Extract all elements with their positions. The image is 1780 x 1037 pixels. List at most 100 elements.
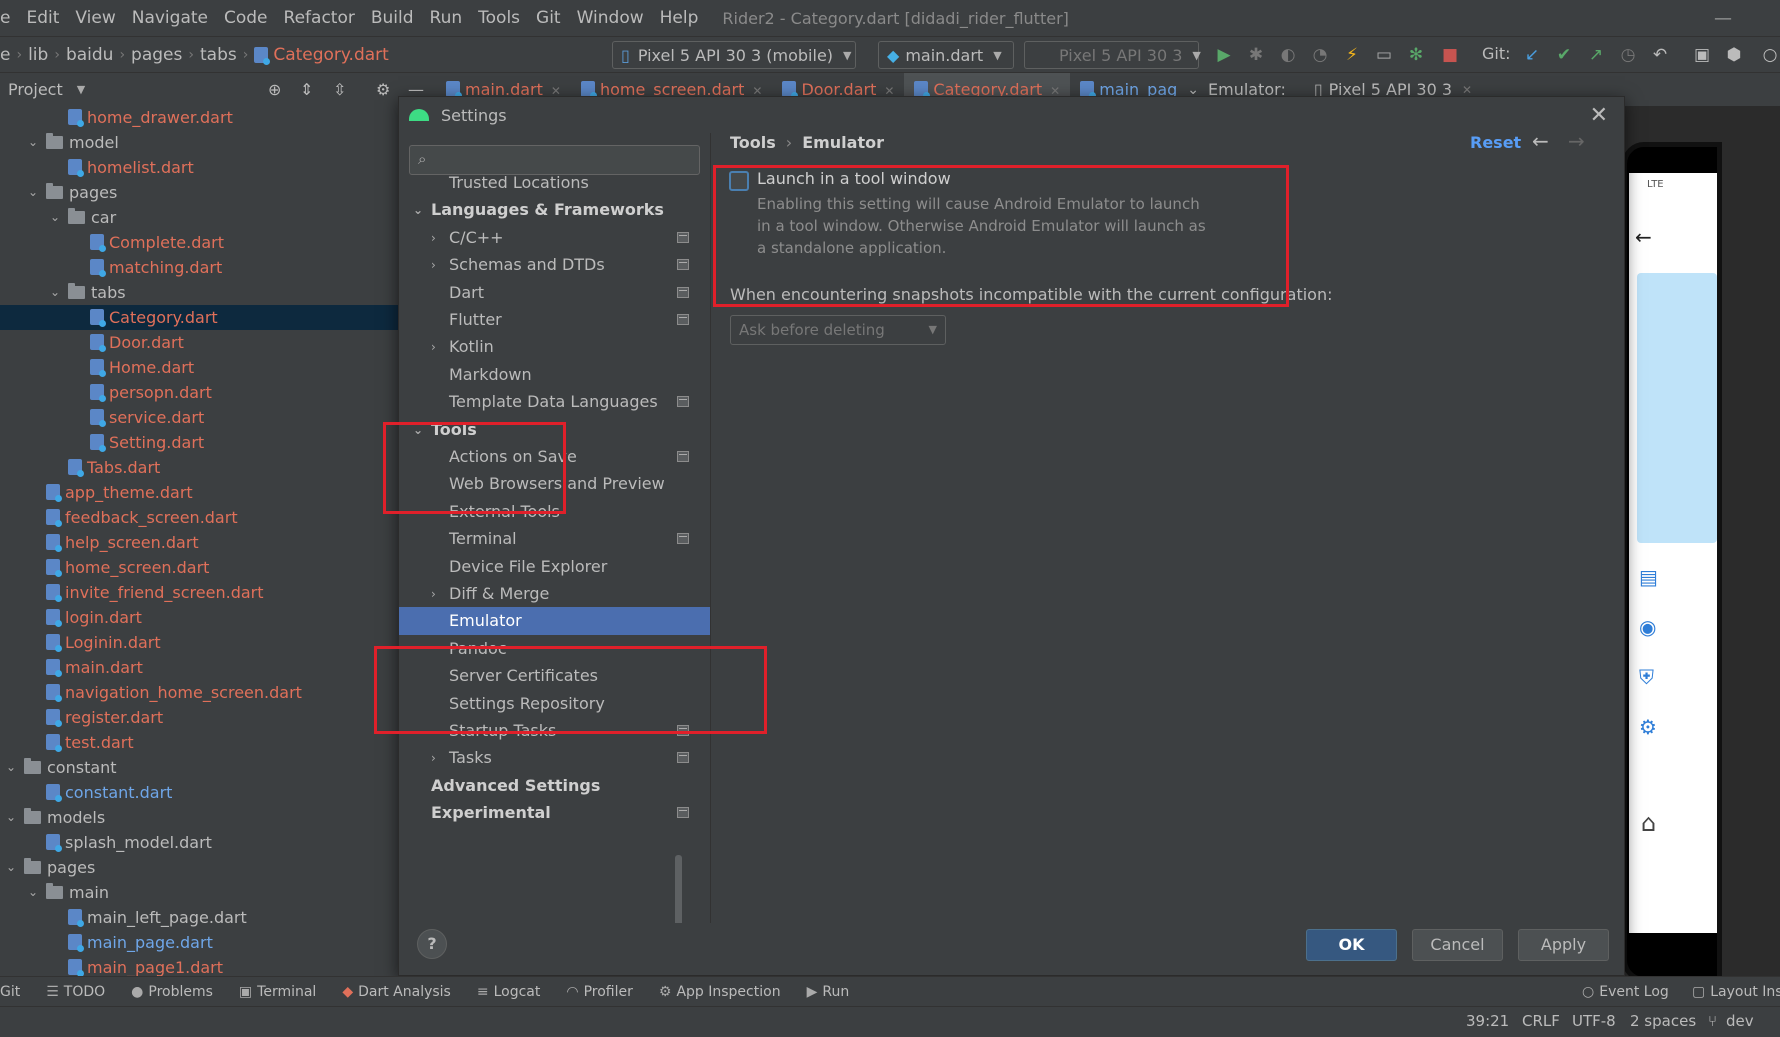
snapshot-policy-select[interactable]: Ask before deleting ▼ xyxy=(730,315,946,345)
git-branch[interactable]: dev xyxy=(1726,1012,1754,1030)
toolwindow-dart-analysis[interactable]: ◆ Dart Analysis xyxy=(342,984,451,1000)
menu-help[interactable]: Help xyxy=(652,8,707,28)
toolwindow-git[interactable]: Git xyxy=(0,984,20,1000)
menu-navigate[interactable]: Navigate xyxy=(124,8,216,28)
toolwindow-run[interactable]: ▶ Run xyxy=(807,984,850,1000)
tree-row[interactable]: main_left_page.dart xyxy=(0,905,398,930)
tree-row[interactable]: Loginin.dart xyxy=(0,630,398,655)
search-icon[interactable]: ○ xyxy=(1760,45,1780,65)
settings-item[interactable]: Actions on Save xyxy=(399,443,710,471)
tree-row[interactable]: persopn.dart xyxy=(0,380,398,405)
history-icon[interactable]: ◷ xyxy=(1618,45,1638,65)
toolwindow-logcat[interactable]: ≡ Logcat xyxy=(477,984,541,1000)
menu-view[interactable]: View xyxy=(67,8,123,28)
settings-item[interactable]: Trusted Locations xyxy=(399,169,710,197)
toolwindow-layout-inspector[interactable]: ▢Layout Insp xyxy=(1692,984,1780,1000)
caret-position[interactable]: 39:21 xyxy=(1466,1012,1509,1030)
tree-row[interactable]: Complete.dart xyxy=(0,230,398,255)
tree-row[interactable]: homelist.dart xyxy=(0,155,398,180)
chevron-down-icon[interactable]: ⌄ xyxy=(4,805,18,830)
launch-in-tool-window-checkbox[interactable] xyxy=(729,171,749,191)
reset-link[interactable]: Reset xyxy=(1470,133,1521,152)
tree-row[interactable]: splash_model.dart xyxy=(0,830,398,855)
settings-item[interactable]: Web Browsers and Preview xyxy=(399,470,710,498)
tree-row[interactable]: main.dart xyxy=(0,655,398,680)
settings-item[interactable]: Terminal xyxy=(399,525,710,553)
menu-build[interactable]: Build xyxy=(363,8,422,28)
settings-item[interactable]: Pandoc xyxy=(399,635,710,663)
profile-icon[interactable]: ◔ xyxy=(1310,45,1330,65)
breadcrumb-lib[interactable]: lib xyxy=(28,45,48,65)
emulator-phone[interactable]: LTE ← ▤ ◉ ⛨ ⚙ ⌂ xyxy=(1622,142,1722,982)
bug-icon[interactable]: ✻ xyxy=(1406,45,1426,65)
settings-search-input[interactable] xyxy=(440,149,690,171)
cancel-button[interactable]: Cancel xyxy=(1412,929,1503,961)
menu-edit[interactable]: Edit xyxy=(18,8,67,28)
gear-icon[interactable]: ⚙ xyxy=(1639,715,1657,739)
minimize-icon[interactable]: — xyxy=(1714,8,1732,29)
back-arrow-icon[interactable]: ← xyxy=(1635,225,1652,249)
settings-item[interactable]: Settings Repository xyxy=(399,690,710,718)
debug-icon[interactable]: ✱ xyxy=(1246,45,1266,65)
coverage-icon[interactable]: ◐ xyxy=(1278,45,1298,65)
chevron-down-icon[interactable]: ▼ xyxy=(77,83,85,96)
menu-git[interactable]: Git xyxy=(528,8,569,28)
chevron-down-icon[interactable]: ⌄ xyxy=(48,205,62,230)
stop-icon[interactable]: ■ xyxy=(1440,45,1460,65)
settings-item[interactable]: › Diff & Merge xyxy=(399,580,710,608)
chevron-down-icon[interactable]: ⌄ xyxy=(26,180,40,205)
settings-item[interactable]: Markdown xyxy=(399,361,710,389)
tree-row[interactable]: home_screen.dart xyxy=(0,555,398,580)
tree-row[interactable]: ⌄ pages xyxy=(0,855,398,880)
locate-icon[interactable]: ⊕ xyxy=(268,80,281,99)
close-icon[interactable]: ✕ xyxy=(1462,83,1472,97)
chevron-down-icon[interactable]: ⌄ xyxy=(26,130,40,155)
tree-row[interactable]: matching.dart xyxy=(0,255,398,280)
breadcrumb-tabs[interactable]: tabs xyxy=(200,45,237,65)
breadcrumb-pages[interactable]: pages xyxy=(131,45,182,65)
settings-item[interactable]: Startup Tasks xyxy=(399,717,710,745)
run-config-selector[interactable]: ◆ main.dart ▼ xyxy=(878,41,1014,69)
tree-row[interactable]: ⌄ tabs xyxy=(0,280,398,305)
settings-item[interactable]: › C/C++ xyxy=(399,224,710,252)
toolwindow-event-log[interactable]: ○ Event Log xyxy=(1582,984,1669,1000)
chevron-right-icon[interactable]: › xyxy=(431,580,436,608)
document-icon[interactable]: ▤ xyxy=(1639,565,1658,589)
settings-item[interactable]: ⌄ Languages & Frameworks xyxy=(399,196,710,224)
toolwindow-todo[interactable]: ☰ TODO xyxy=(46,984,105,1000)
git-commit-icon[interactable]: ✔ xyxy=(1554,45,1574,65)
collapse-all-icon[interactable]: ⇳ xyxy=(333,80,346,99)
gear-icon[interactable]: ⚙ xyxy=(376,80,390,99)
tree-row[interactable]: feedback_screen.dart xyxy=(0,505,398,530)
settings-item[interactable]: Emulator xyxy=(399,607,710,636)
settings-item[interactable]: › Kotlin xyxy=(399,333,710,361)
emulator-selector[interactable]: Pixel 5 API 30 3 ▼ xyxy=(1024,41,1201,69)
chevron-right-icon[interactable]: › xyxy=(431,251,436,279)
user-icon[interactable]: ◉ xyxy=(1639,615,1656,639)
chevron-right-icon[interactable]: › xyxy=(431,744,436,772)
breadcrumb-root[interactable]: e xyxy=(0,45,10,65)
device-manager-icon[interactable]: ▭ xyxy=(1374,45,1394,65)
arrow-right-icon[interactable]: → xyxy=(1568,129,1585,153)
settings-item[interactable]: Dart xyxy=(399,279,710,307)
settings-item[interactable]: Device File Explorer xyxy=(399,553,710,581)
chevron-down-icon[interactable]: ⌄ xyxy=(48,280,62,305)
menu-window[interactable]: Window xyxy=(569,8,652,28)
tree-row[interactable]: Home.dart xyxy=(0,355,398,380)
home-icon[interactable]: ⌂ xyxy=(1641,809,1656,837)
tree-row[interactable]: main_page1.dart xyxy=(0,955,398,976)
settings-item[interactable]: Experimental xyxy=(399,799,710,827)
tree-row[interactable]: app_theme.dart xyxy=(0,480,398,505)
settings-item[interactable]: ⌄ Tools xyxy=(399,416,710,444)
hot-reload-icon[interactable]: ⚡ xyxy=(1342,45,1362,65)
chevron-right-icon[interactable]: › xyxy=(431,224,436,252)
tree-row[interactable]: ⌄ constant xyxy=(0,755,398,780)
launch-in-tool-window-label[interactable]: Launch in a tool window xyxy=(757,169,951,188)
tree-row[interactable]: navigation_home_screen.dart xyxy=(0,680,398,705)
line-separator[interactable]: CRLF xyxy=(1522,1012,1560,1030)
menu-run[interactable]: Run xyxy=(422,8,471,28)
tree-row[interactable]: help_screen.dart xyxy=(0,530,398,555)
tree-row[interactable]: invite_friend_screen.dart xyxy=(0,580,398,605)
settings-item[interactable]: Advanced Settings xyxy=(399,772,710,800)
apply-button[interactable]: Apply xyxy=(1518,929,1609,961)
